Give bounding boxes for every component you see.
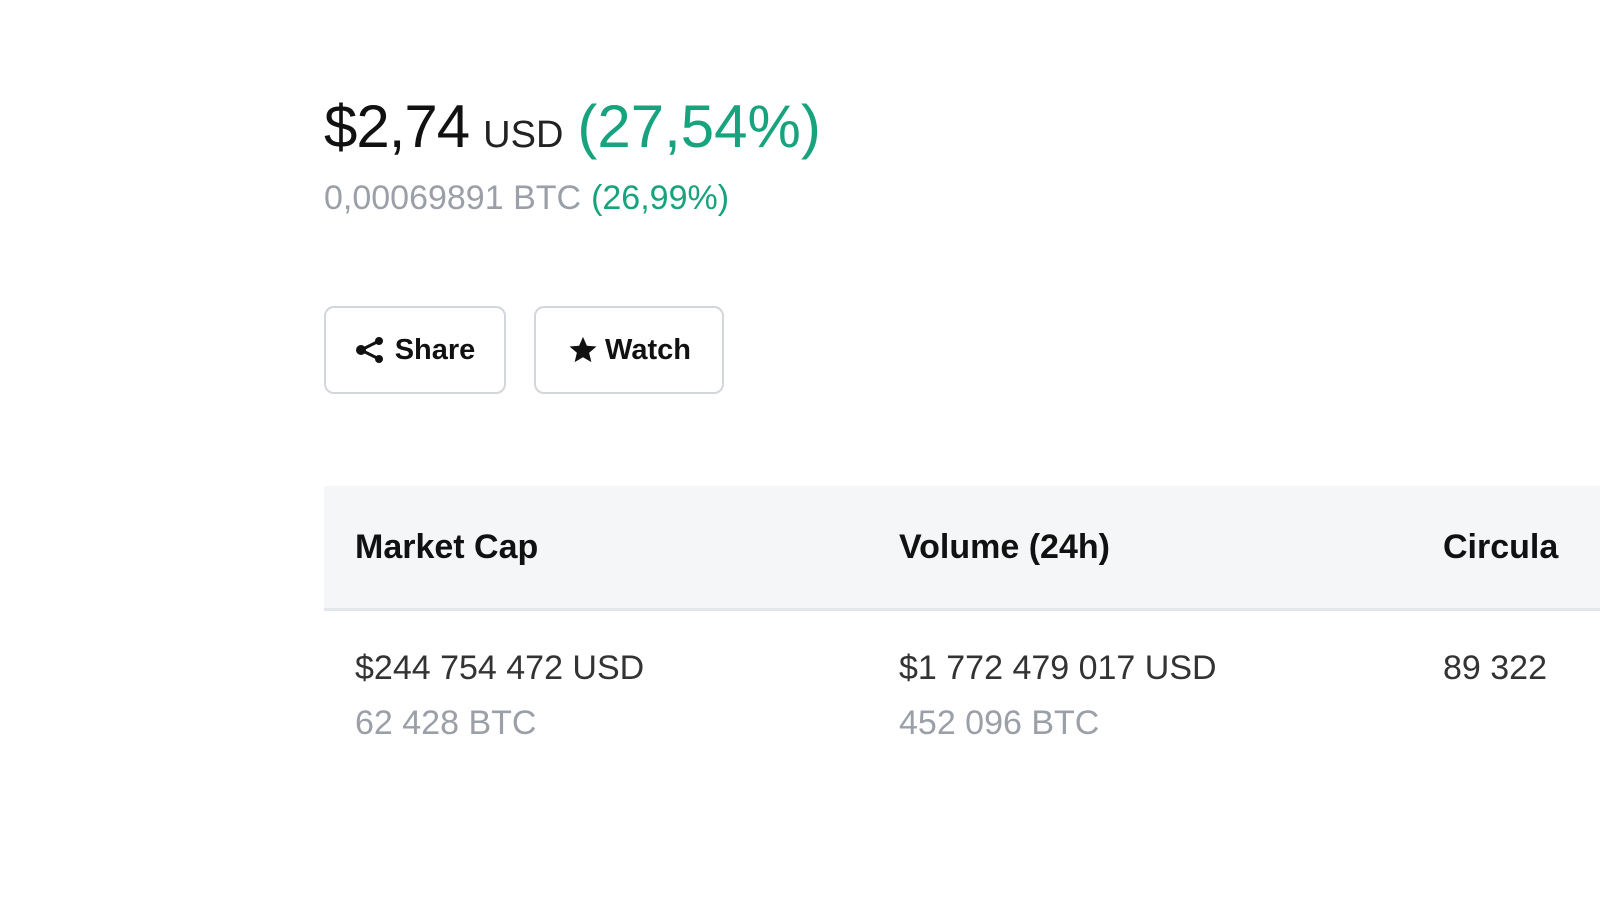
volume-usd: $1 772 479 017 USD	[899, 649, 1217, 687]
market-cap-btc: 62 428 BTC	[355, 704, 537, 742]
btc-price: 0,00069891 BTC	[324, 179, 582, 217]
btc-price-line: 0,00069891 BTC (26,99%)	[324, 179, 821, 218]
stats-table: Market Cap Volume (24h) Circula $244 754…	[324, 486, 1600, 791]
circulating-supply-cell: 89 322	[1443, 649, 1547, 688]
usd-change-percent: (27,54%)	[577, 93, 821, 160]
volume-header: Volume (24h)	[899, 527, 1110, 566]
usd-price: $2,74	[324, 93, 470, 160]
circulating-supply-header: Circula	[1443, 527, 1559, 566]
stats-header-row: Market Cap Volume (24h) Circula	[324, 486, 1600, 611]
watch-label: Watch	[605, 333, 691, 366]
action-buttons: Share Watch	[324, 306, 724, 394]
circulating-supply-value: 89 322	[1443, 649, 1547, 687]
market-cap-usd: $244 754 472 USD	[355, 649, 645, 687]
btc-change-percent: (26,99%)	[591, 179, 730, 217]
star-icon	[567, 335, 599, 365]
share-button[interactable]: Share	[324, 306, 506, 394]
volume-cell: $1 772 479 017 USD 452 096 BTC	[899, 649, 1217, 743]
share-icon	[355, 337, 385, 363]
market-cap-header: Market Cap	[355, 527, 539, 566]
usd-unit: USD	[483, 114, 564, 156]
market-cap-cell: $244 754 472 USD 62 428 BTC	[355, 649, 644, 743]
usd-price-line: $2,74 USD (27,54%)	[324, 92, 821, 161]
watch-button[interactable]: Watch	[534, 306, 724, 394]
volume-btc: 452 096 BTC	[899, 704, 1100, 742]
stats-values-row: $244 754 472 USD 62 428 BTC $1 772 479 0…	[324, 611, 1600, 791]
price-summary: $2,74 USD (27,54%) 0,00069891 BTC (26,99…	[324, 92, 821, 218]
share-label: Share	[394, 333, 476, 366]
